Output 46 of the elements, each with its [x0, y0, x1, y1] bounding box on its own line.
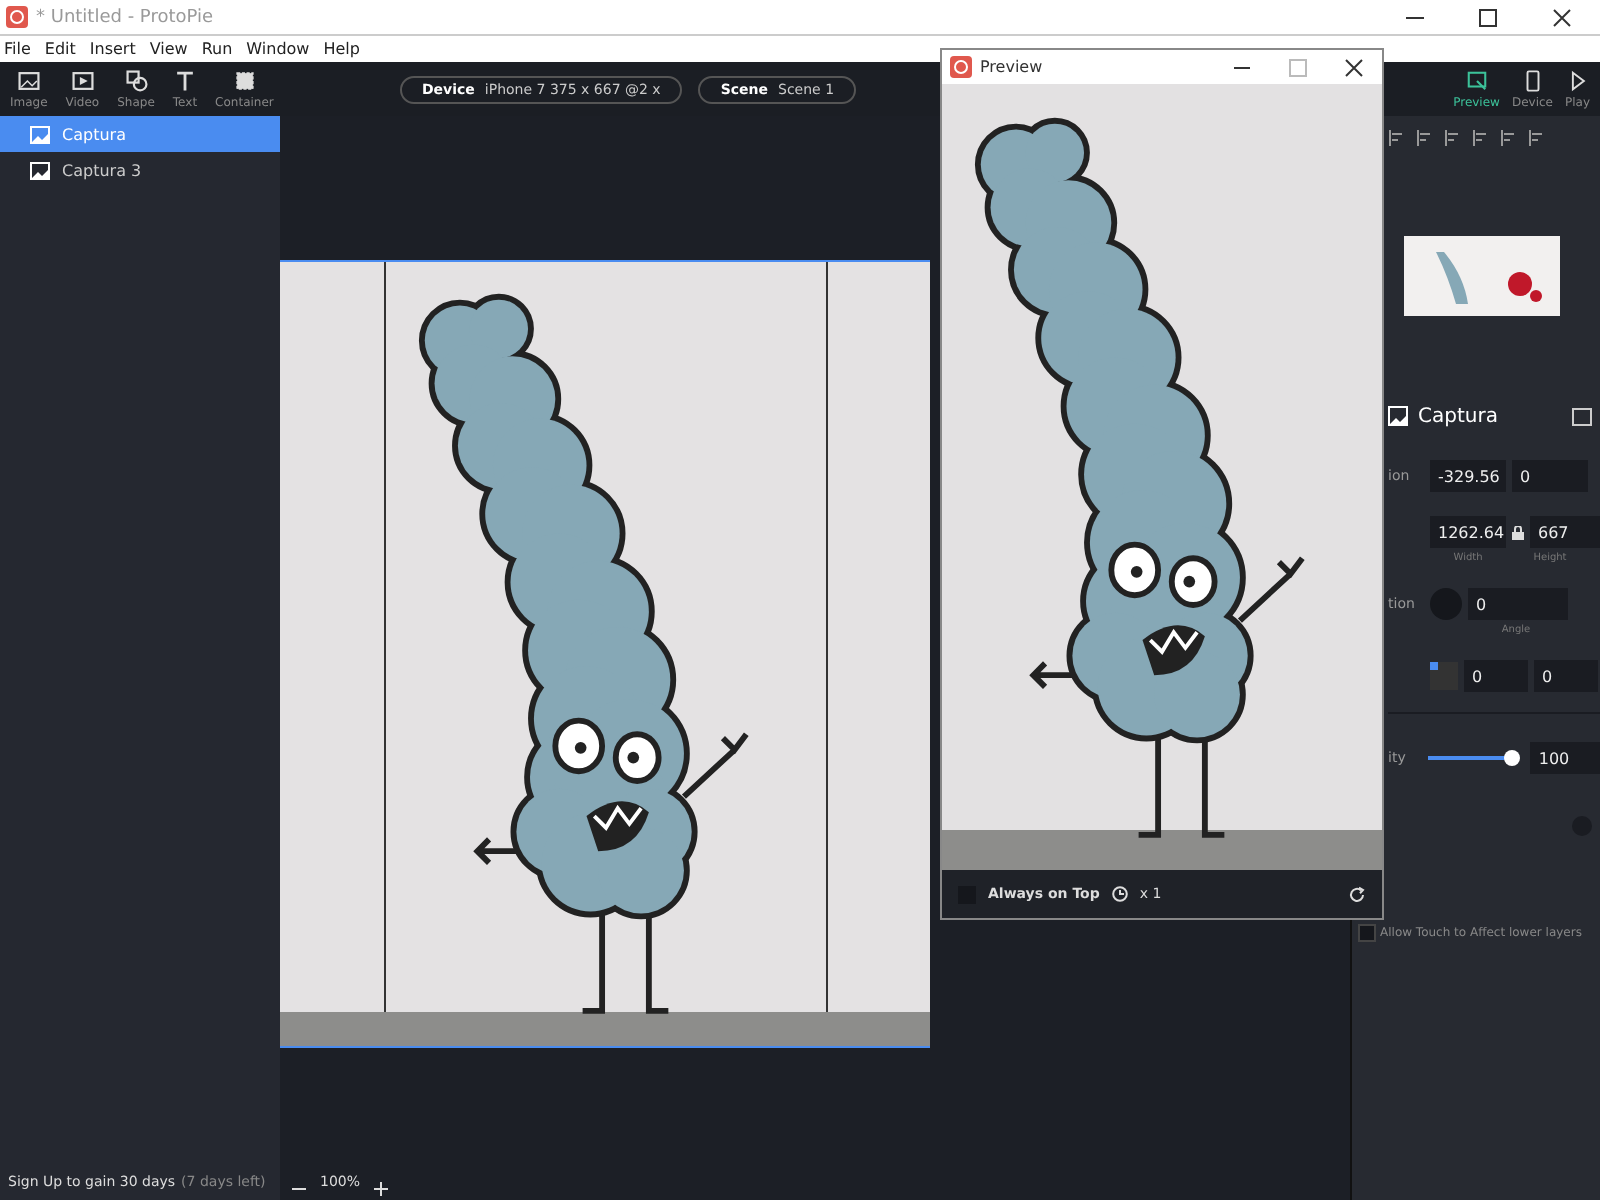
image-icon [1388, 406, 1408, 426]
angle-field[interactable]: 0 [1468, 588, 1568, 620]
menu-item[interactable]: Run [201, 40, 233, 58]
height-field[interactable]: 667 [1530, 516, 1600, 548]
app-logo-icon [950, 56, 972, 78]
checkbox[interactable] [1360, 926, 1374, 940]
window-title: * Untitled - ProtoPie [36, 7, 214, 27]
menu-item[interactable]: View [149, 40, 188, 58]
menu-item[interactable]: Edit [44, 40, 76, 58]
app-logo-icon [6, 6, 28, 28]
container-icon [233, 69, 256, 91]
image-icon [30, 125, 50, 143]
align-icon[interactable] [1500, 130, 1516, 146]
menu-item[interactable]: Insert [89, 40, 136, 58]
image-icon [17, 69, 40, 91]
window-title: Preview [980, 58, 1043, 76]
align-icon[interactable] [1444, 130, 1460, 146]
origin-picker[interactable] [1430, 662, 1458, 690]
scene-thumbnail[interactable] [1404, 236, 1560, 316]
align-icon[interactable] [1388, 130, 1404, 146]
lock-icon[interactable] [1512, 525, 1524, 539]
phone-icon [1521, 69, 1544, 91]
layer-item[interactable]: Captura 3 [0, 152, 280, 188]
shape-icon [125, 69, 147, 91]
origin-x-field[interactable]: 0 [1464, 660, 1528, 692]
align-icon[interactable] [1472, 130, 1488, 146]
align-icon[interactable] [1528, 130, 1544, 146]
align-icon[interactable] [1416, 130, 1432, 146]
origin-y-field[interactable]: 0 [1534, 660, 1598, 692]
folder-icon[interactable] [1572, 406, 1592, 426]
plus-icon [372, 1180, 391, 1198]
menu-item[interactable]: File [4, 40, 31, 58]
refresh-icon[interactable] [1348, 885, 1366, 903]
image-icon [30, 161, 50, 179]
play-icon [1566, 69, 1589, 91]
menu-item[interactable]: Help [323, 40, 360, 58]
monitor-icon [1465, 69, 1488, 91]
x-field[interactable]: -329.56 [1430, 460, 1506, 492]
text-icon [173, 69, 196, 91]
y-field[interactable]: 0 [1512, 460, 1588, 492]
menu-item[interactable]: Window [246, 40, 310, 58]
layer-title: Captura [1418, 405, 1498, 427]
width-field[interactable]: 1262.64 [1430, 516, 1506, 548]
opacity-field[interactable]: 100 [1530, 742, 1600, 774]
video-icon [71, 69, 94, 91]
clock-icon [1111, 886, 1128, 902]
